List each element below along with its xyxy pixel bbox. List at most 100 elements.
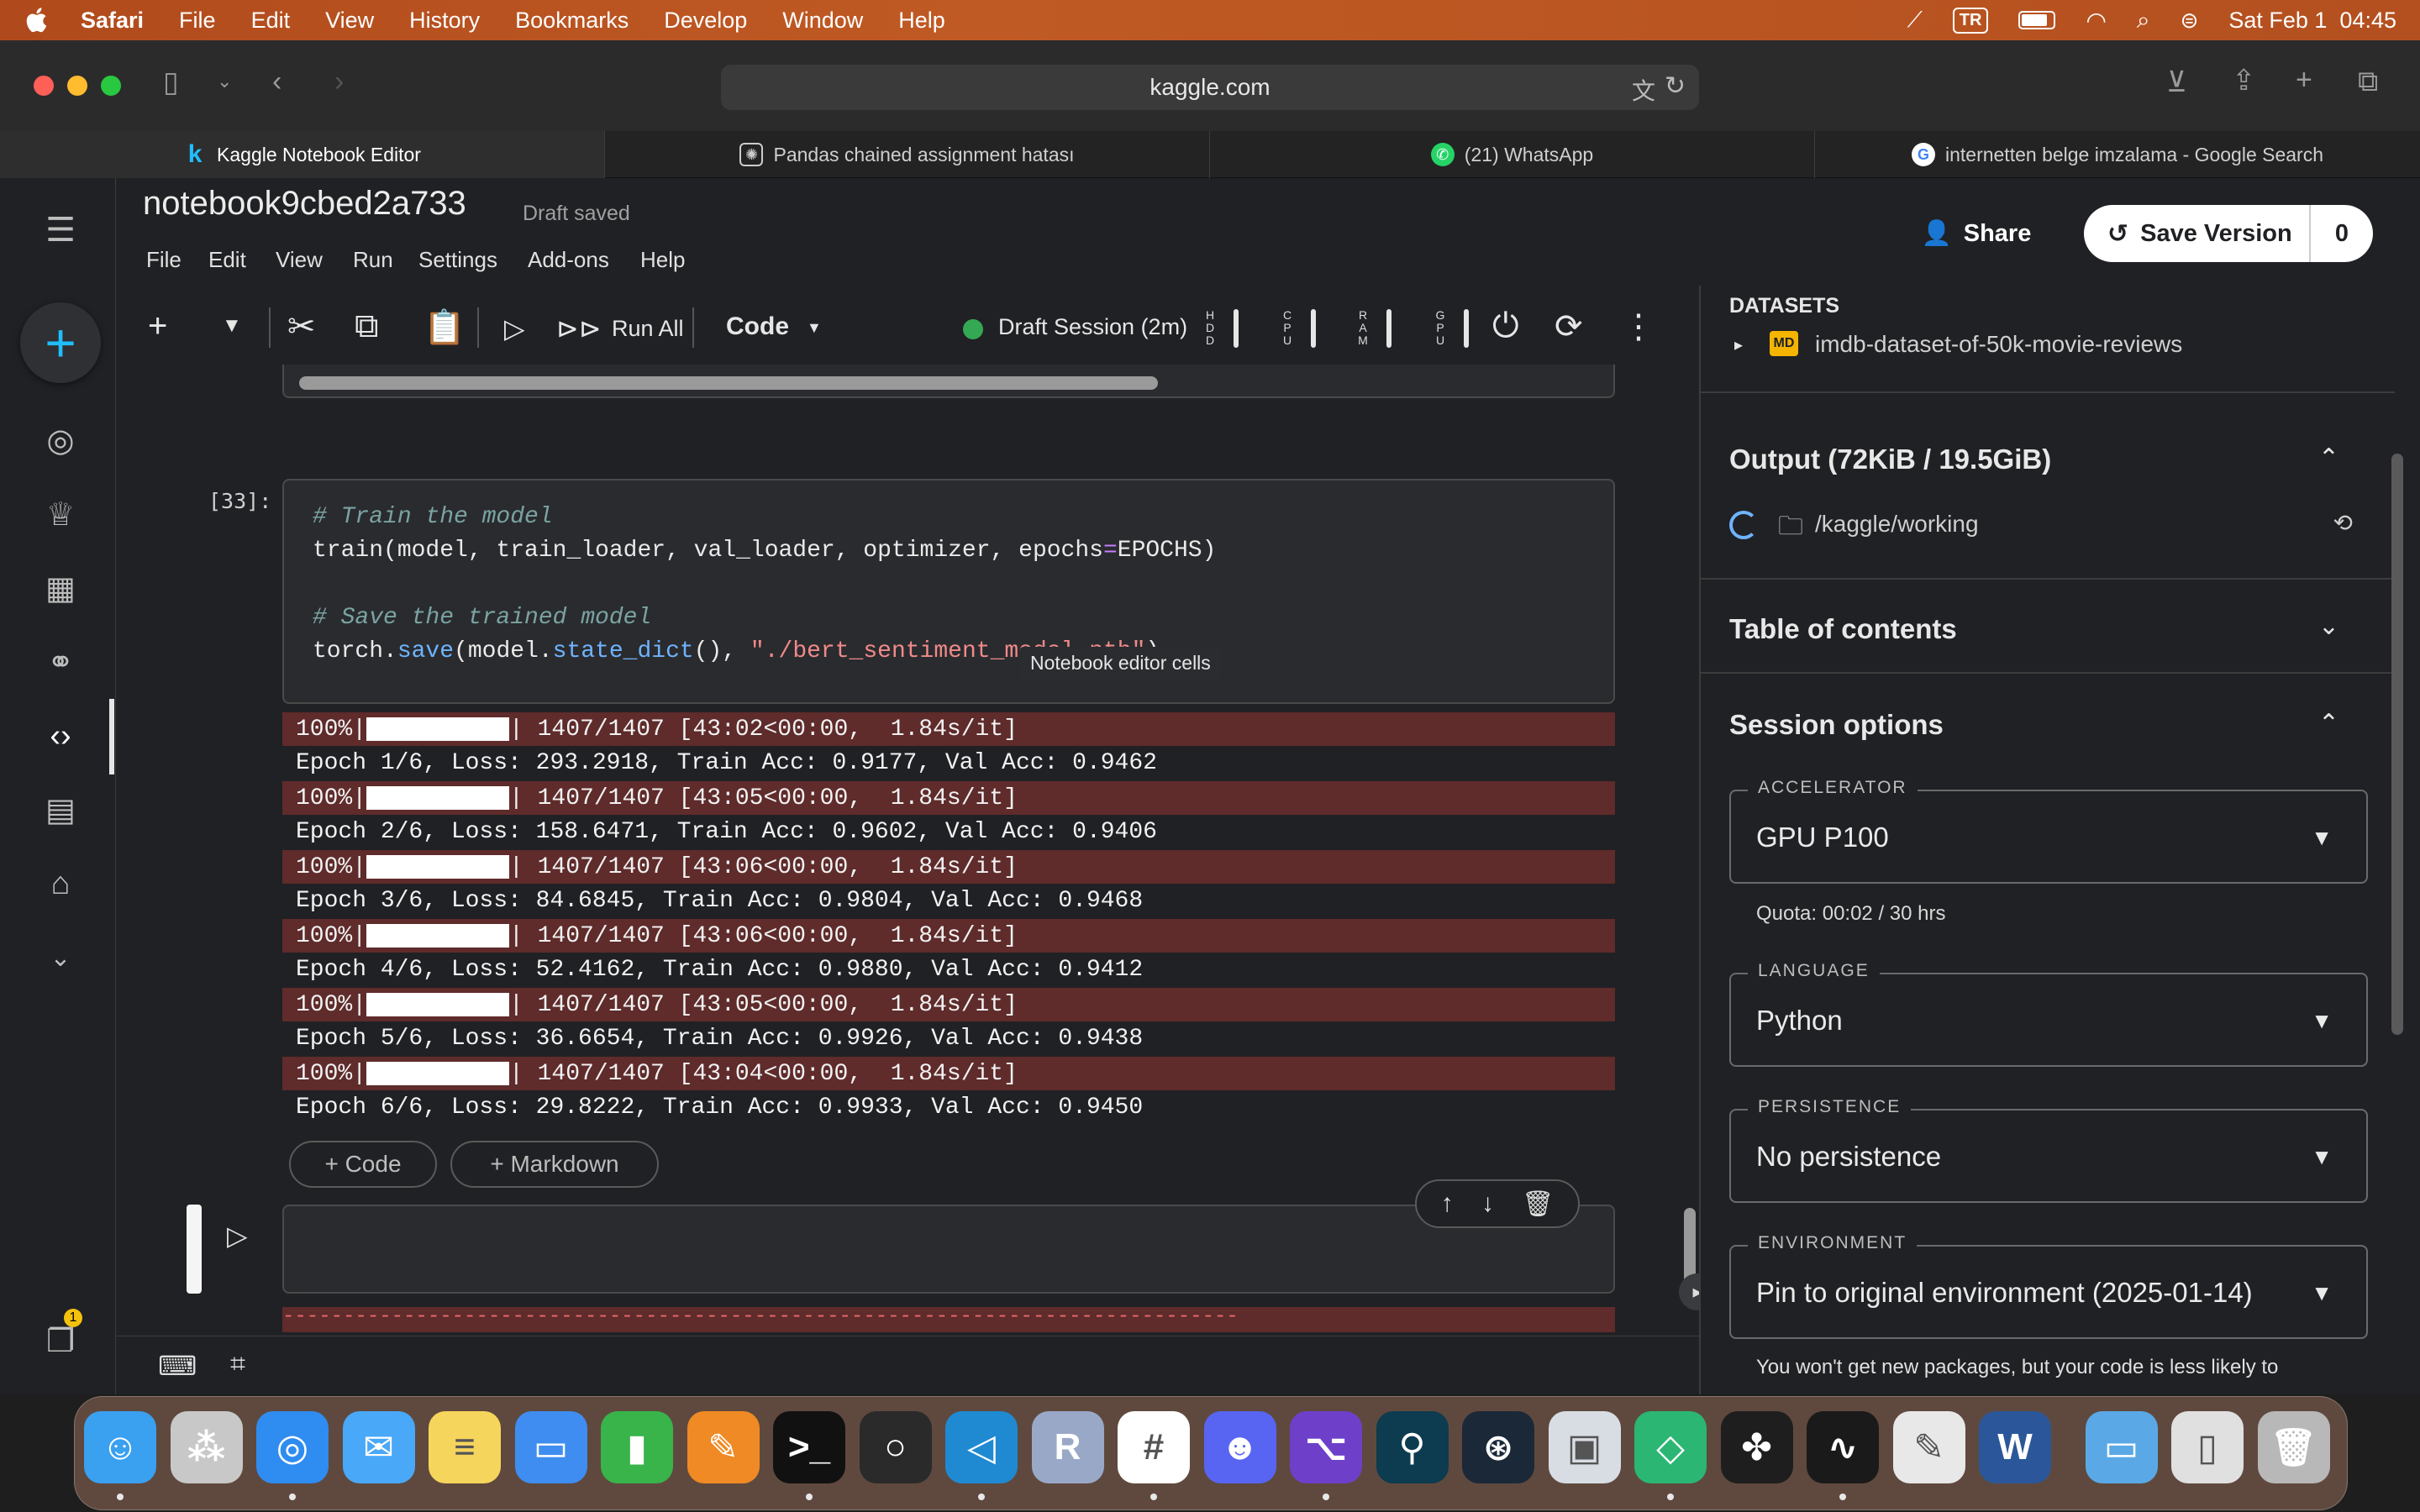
horizontal-scrollbar[interactable] (299, 376, 1158, 390)
tab-whatsapp[interactable]: ✆ (21) WhatsApp (1210, 131, 1815, 178)
menu-develop[interactable]: Develop (664, 8, 747, 34)
expand-dataset-icon[interactable]: ▸ (1734, 334, 1743, 355)
dock-figma-icon[interactable]: ✤ (1720, 1411, 1793, 1483)
copy-icon[interactable]: ⧉ (355, 307, 379, 345)
run-all-icon[interactable]: ⊳⊳ (556, 312, 602, 344)
dock-r-studio-icon[interactable]: R (1031, 1411, 1104, 1483)
tab-kaggle[interactable]: k Kaggle Notebook Editor (0, 131, 605, 178)
nb-menu-view[interactable]: View (276, 247, 323, 273)
move-up-icon[interactable]: ↑ (1441, 1189, 1454, 1218)
nb-menu-run[interactable]: Run (353, 247, 393, 273)
translate-icon[interactable]: 文 (1632, 73, 1655, 107)
sidebar-toggle-icon[interactable]: ▯ (163, 66, 179, 99)
session-options-title[interactable]: Session options (1729, 709, 1944, 741)
power-icon[interactable]: ⏻ (1492, 307, 1519, 345)
notebook-title[interactable]: notebook9cbed2a733 (143, 185, 466, 223)
gpu-gauge-bar[interactable] (1464, 309, 1469, 348)
share-button[interactable]: 👤 Share (1909, 205, 2044, 262)
add-cell-icon[interactable]: + (148, 307, 167, 345)
side-panel-scrollbar[interactable] (2391, 454, 2403, 1035)
save-version-count[interactable]: 0 (2311, 220, 2373, 248)
output-path[interactable]: /kaggle/working (1815, 511, 1979, 538)
code-icon[interactable]: ‹› (37, 712, 84, 759)
dock-preview-icon[interactable]: ▣ (1548, 1411, 1621, 1483)
code-cell-editor[interactable]: # Train the model train(model, train_load… (282, 479, 1615, 704)
battery-icon[interactable] (2018, 11, 2056, 29)
dock-notes-icon[interactable]: ≡ (429, 1411, 501, 1483)
refresh-output-icon[interactable]: ⟲ (2333, 509, 2353, 537)
dock-word-icon[interactable]: W (1979, 1411, 2051, 1483)
downloads-icon[interactable]: ⊻ (2166, 66, 2187, 99)
wifi-icon[interactable]: ◠ (2086, 7, 2106, 34)
models-icon[interactable]: ⚭ (37, 638, 84, 685)
share-icon[interactable]: ⇪ (2232, 64, 2256, 97)
environment-select[interactable]: ENVIRONMENT Pin to original environment … (1729, 1233, 2368, 1339)
dock-steam-icon[interactable]: ⊛ (1462, 1411, 1534, 1483)
new-tab-icon[interactable]: + (2296, 64, 2312, 97)
persistence-select[interactable]: PERSISTENCE No persistence ▼ (1729, 1097, 2368, 1203)
cell-type-caret-icon[interactable]: ▼ (807, 319, 822, 337)
dock-folder-icon[interactable]: ▭ (2085, 1411, 2158, 1483)
zoom-window-button[interactable] (101, 76, 121, 96)
hamburger-menu-icon[interactable]: ☰ (37, 207, 84, 254)
tab-google[interactable]: G internetten belge imzalama - Google Se… (1815, 131, 2420, 178)
control-center-icon[interactable]: ⊜ (2181, 8, 2199, 34)
dock-slack-icon[interactable]: # (1118, 1411, 1190, 1483)
dock-mail-icon[interactable]: ✉ (342, 1411, 415, 1483)
add-code-cell-button[interactable]: + Code (289, 1141, 437, 1188)
dock-safari-icon[interactable]: ◎ (256, 1411, 329, 1483)
dataset-name[interactable]: imdb-dataset-of-50k-movie-reviews (1815, 331, 2182, 358)
dock-script-editor-icon[interactable]: ✎ (1892, 1411, 1965, 1483)
menu-app-name[interactable]: Safari (81, 8, 144, 34)
empty-code-cell[interactable] (282, 1205, 1615, 1294)
delete-cell-icon[interactable]: 🗑 (1522, 1189, 1554, 1219)
menu-edit[interactable]: Edit (251, 8, 291, 34)
discussions-icon[interactable]: ▤ (37, 786, 84, 833)
learn-icon[interactable]: ⌂ (37, 860, 84, 907)
chevron-up-icon[interactable]: ⌃ (2318, 709, 2339, 738)
nb-menu-edit[interactable]: Edit (208, 247, 246, 273)
toc-section-title[interactable]: Table of contents (1729, 613, 1957, 645)
nb-menu-file[interactable]: File (146, 247, 182, 273)
dock-activity-monitor-icon[interactable]: ∿ (1807, 1411, 1879, 1483)
spotlight-search-icon[interactable]: ⌕ (2137, 7, 2150, 34)
apple-logo-icon[interactable] (24, 6, 52, 34)
dock-vscode-icon[interactable]: ◁ (945, 1411, 1018, 1483)
more-chevron-icon[interactable]: ⌄ (37, 934, 84, 981)
tab-overview-icon[interactable]: ⧉ (2358, 66, 2378, 98)
dock-trash-icon[interactable]: 🗑 (2257, 1411, 2330, 1483)
dock-gitkraken-icon[interactable]: ⚲ (1376, 1411, 1449, 1483)
table-datasets-icon[interactable]: ▦ (37, 564, 84, 612)
input-source-badge[interactable]: TR (1952, 7, 1989, 34)
dock-finder-icon[interactable]: ☺ (84, 1411, 156, 1483)
menu-history[interactable]: History (409, 8, 480, 34)
dock-numbers-icon[interactable]: ▮ (601, 1411, 673, 1483)
dock-launchpad-icon[interactable]: ⁂ (170, 1411, 243, 1483)
hdd-gauge-bar[interactable] (1234, 309, 1239, 348)
more-options-icon[interactable]: ⋮ (1622, 307, 1655, 346)
output-section-title[interactable]: Output (72KiB / 19.5GiB) (1729, 444, 2051, 475)
menu-view[interactable]: View (325, 8, 374, 34)
move-down-icon[interactable]: ↓ (1481, 1189, 1494, 1218)
console-icon[interactable]: ⌨ (158, 1350, 197, 1382)
dock-github-desktop-icon[interactable]: ⌥ (1290, 1411, 1362, 1483)
menu-file[interactable]: File (179, 8, 216, 34)
language-select[interactable]: LANGUAGE Python ▼ (1729, 961, 2368, 1067)
dock-proton-vpn-icon[interactable]: ◇ (1634, 1411, 1707, 1483)
mic-off-icon[interactable]: ⟋ (1907, 7, 1923, 34)
run-cell-icon[interactable]: ▷ (504, 312, 525, 344)
add-cell-dropdown-icon[interactable]: ▼ (222, 314, 242, 338)
nb-menu-settings[interactable]: Settings (418, 247, 497, 273)
dock-keynote-icon[interactable]: ▭ (514, 1411, 587, 1483)
menu-bookmarks[interactable]: Bookmarks (515, 8, 629, 34)
dock-documents-icon[interactable]: ▯ (2171, 1411, 2244, 1483)
menu-help[interactable]: Help (898, 8, 945, 34)
trophy-competitions-icon[interactable]: ♕ (37, 491, 84, 538)
save-version-button[interactable]: ↺ Save Version 0 (2084, 205, 2373, 262)
reload-icon[interactable]: ↻ (1665, 71, 1686, 101)
tab-chatgpt[interactable]: ✺ Pandas chained assignment hatası (605, 131, 1210, 178)
keyboard-shortcuts-icon[interactable]: ⌗ (230, 1348, 245, 1380)
address-bar[interactable]: kaggle.com 文 ↻ (721, 65, 1699, 110)
cut-icon[interactable]: ✂ (287, 307, 316, 346)
paste-icon[interactable]: 📋 (424, 307, 466, 347)
